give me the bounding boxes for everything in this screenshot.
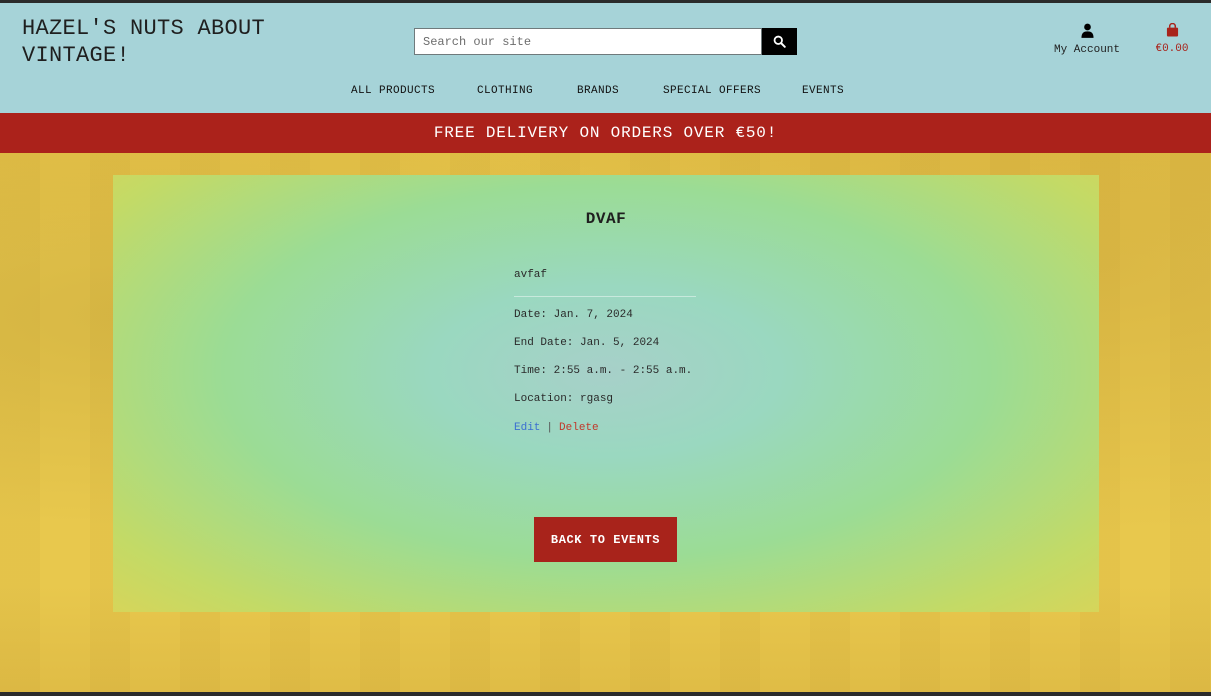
event-detail-card: DVAF avfaf Date: Jan. 7, 2024 End Date: … [113, 175, 1099, 612]
search-icon [773, 35, 786, 48]
search-button[interactable] [762, 28, 797, 55]
site-header: HAZEL'S NUTS ABOUT VINTAGE! My Account [0, 3, 1211, 113]
delete-link[interactable]: Delete [559, 422, 599, 434]
event-actions: Edit | Delete [514, 422, 774, 434]
event-end-date-row: End Date: Jan. 5, 2024 [514, 337, 774, 353]
delivery-banner-text: FREE DELIVERY ON ORDERS OVER €50! [433, 124, 778, 142]
event-location: rgasg [580, 393, 614, 405]
event-time-label: Time: [514, 365, 548, 377]
event-time: 2:55 a.m. - 2:55 a.m. [553, 365, 693, 377]
event-description: avfaf [514, 269, 696, 297]
event-details: avfaf Date: Jan. 7, 2024 End Date: Jan. … [514, 269, 774, 434]
event-title: DVAF [585, 210, 627, 228]
site-logo[interactable]: HAZEL'S NUTS ABOUT VINTAGE! [22, 15, 322, 69]
brand-line-2: VINTAGE! [22, 43, 131, 68]
search-input[interactable] [414, 28, 763, 55]
my-account-link[interactable]: My Account [1044, 23, 1130, 56]
page: HAZEL'S NUTS ABOUT VINTAGE! My Account [0, 3, 1211, 692]
event-end-date-label: End Date: [514, 337, 574, 349]
event-date-row: Date: Jan. 7, 2024 [514, 309, 774, 325]
actions-separator: | [546, 422, 554, 434]
event-time-row: Time: 2:55 a.m. - 2:55 a.m. [514, 365, 774, 381]
nav-brands[interactable]: BRANDS [577, 85, 619, 97]
my-account-label: My Account [1053, 44, 1120, 56]
event-end-date: Jan. 5, 2024 [580, 337, 660, 349]
bag-total: €0.00 [1155, 43, 1189, 55]
nav-events[interactable]: EVENTS [802, 85, 844, 97]
user-icon [1080, 23, 1094, 38]
edit-link[interactable]: Edit [514, 422, 540, 434]
back-to-events-button[interactable]: BACK TO EVENTS [534, 517, 677, 562]
brand-line-1: HAZEL'S NUTS ABOUT [22, 16, 266, 41]
search-form [414, 28, 797, 55]
main-nav: ALL PRODUCTS CLOTHING BRANDS SPECIAL OFF… [0, 85, 1211, 107]
delivery-banner: FREE DELIVERY ON ORDERS OVER €50! [0, 113, 1211, 153]
shopping-bag-icon [1166, 22, 1178, 37]
event-location-row: Location: rgasg [514, 393, 774, 409]
event-location-label: Location: [514, 393, 574, 405]
event-date-label: Date: [514, 309, 548, 321]
nav-all-products[interactable]: ALL PRODUCTS [351, 85, 435, 97]
shopping-bag-link[interactable]: €0.00 [1150, 22, 1194, 55]
nav-special-offers[interactable]: SPECIAL OFFERS [663, 85, 761, 97]
event-date: Jan. 7, 2024 [553, 309, 633, 321]
nav-clothing[interactable]: CLOTHING [477, 85, 533, 97]
